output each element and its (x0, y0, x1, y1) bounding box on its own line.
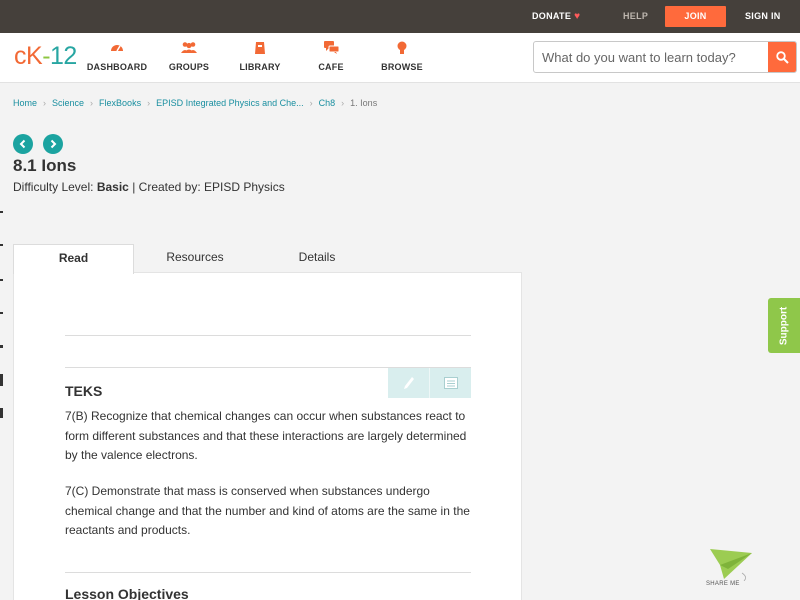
tab-details[interactable]: Details (257, 244, 377, 273)
page-meta: Difficulty Level: Basic | Created by: EP… (13, 180, 285, 194)
search-box (533, 41, 797, 73)
edge-mark (0, 345, 3, 348)
chat-bubbles-icon (299, 41, 363, 57)
breadcrumb-current: 1. Ions (350, 98, 378, 108)
teks-heading: TEKS (65, 383, 103, 399)
chevron-right-icon: › (43, 98, 47, 108)
library-icon (228, 41, 292, 57)
nav-library[interactable]: LIBRARY (228, 41, 292, 72)
support-tab[interactable]: Support (768, 298, 800, 353)
logo-dash: - (42, 42, 51, 70)
chevron-right-icon: › (309, 98, 313, 108)
nav-dashboard[interactable]: DASHBOARD (85, 41, 149, 72)
chevron-left-icon (19, 139, 26, 149)
support-label: Support (778, 306, 790, 345)
paper-plane-icon (710, 549, 752, 582)
chevron-right-icon: › (147, 98, 151, 108)
edge-mark (0, 374, 3, 386)
sign-in-link[interactable]: SIGN IN (745, 0, 781, 33)
breadcrumb: Home › Science › FlexBooks › EPISD Integrated … (13, 98, 377, 108)
donate-link[interactable]: DONATE ♥ (532, 0, 580, 33)
read-content-panel: TEKS 7(B) Recognize that chemical change… (13, 272, 522, 600)
breadcrumb-book[interactable]: EPISD Integrated Physics and Che... (156, 98, 304, 108)
edge-mark (0, 279, 3, 281)
chevron-right-icon: › (90, 98, 94, 108)
nav-dashboard-label: DASHBOARD (86, 62, 148, 72)
page-title: 8.1 Ions (13, 156, 77, 175)
share-me-button[interactable]: SHARE ME (702, 545, 758, 593)
notes-button[interactable] (429, 368, 471, 398)
chevron-right-icon: › (341, 98, 345, 108)
groups-icon (157, 41, 221, 57)
lesson-objectives-heading: Lesson Objectives (65, 586, 189, 600)
help-link[interactable]: HELP (623, 0, 648, 33)
top-bar: DONATE ♥ HELP JOIN SIGN IN (0, 0, 800, 33)
edge-mark (0, 244, 3, 246)
donate-label: DONATE (532, 11, 572, 21)
search-icon (775, 50, 789, 64)
nav-cafe-label: CAFE (318, 62, 344, 72)
next-lesson-button[interactable] (43, 134, 63, 154)
chevron-right-icon (50, 139, 57, 149)
annotate-button[interactable] (388, 368, 429, 398)
difficulty-label: Difficulty Level: (13, 180, 94, 194)
breadcrumb-science[interactable]: Science (52, 98, 84, 108)
ck12-logo[interactable]: cK-12 (14, 42, 77, 71)
search-input[interactable] (534, 42, 768, 72)
nav-browse[interactable]: BROWSE (370, 41, 434, 72)
created-by: | Created by: EPISD Physics (132, 180, 285, 194)
breadcrumb-home[interactable]: Home (13, 98, 37, 108)
pencil-icon (403, 377, 414, 389)
content-toolbox (388, 368, 471, 398)
search-button[interactable] (768, 42, 796, 72)
divider (65, 572, 471, 573)
difficulty-value: Basic (96, 180, 129, 194)
logo-ck: cK (14, 42, 43, 70)
edge-mark (0, 408, 3, 418)
breadcrumb-flexbooks[interactable]: FlexBooks (99, 98, 141, 108)
heart-icon: ♥ (574, 11, 581, 22)
gauge-icon (85, 41, 149, 57)
tab-read[interactable]: Read (13, 244, 134, 274)
nav-browse-label: BROWSE (381, 62, 423, 72)
lightbulb-icon (370, 41, 434, 57)
edge-mark (0, 312, 3, 314)
teks-paragraph-7b: 7(B) Recognize that chemical changes can… (65, 409, 467, 462)
breadcrumb-chapter[interactable]: Ch8 (319, 98, 336, 108)
previous-lesson-button[interactable] (13, 134, 33, 154)
logo-num: 12 (50, 42, 77, 70)
edge-mark (0, 211, 3, 213)
notes-icon (443, 377, 458, 389)
divider (65, 335, 471, 336)
nav-library-label: LIBRARY (239, 62, 281, 72)
nav-cafe[interactable]: CAFE (299, 41, 363, 72)
join-button[interactable]: JOIN (665, 6, 726, 27)
main-header: cK-12 DASHBOARD GROUPS LIBRARY CAFE BROW… (0, 33, 800, 83)
nav-groups[interactable]: GROUPS (157, 41, 221, 72)
share-me-label: SHARE ME (706, 581, 740, 587)
tab-resources[interactable]: Resources (135, 244, 255, 273)
nav-groups-label: GROUPS (168, 62, 210, 72)
teks-paragraph-7c: 7(C) Demonstrate that mass is conserved … (65, 484, 470, 537)
